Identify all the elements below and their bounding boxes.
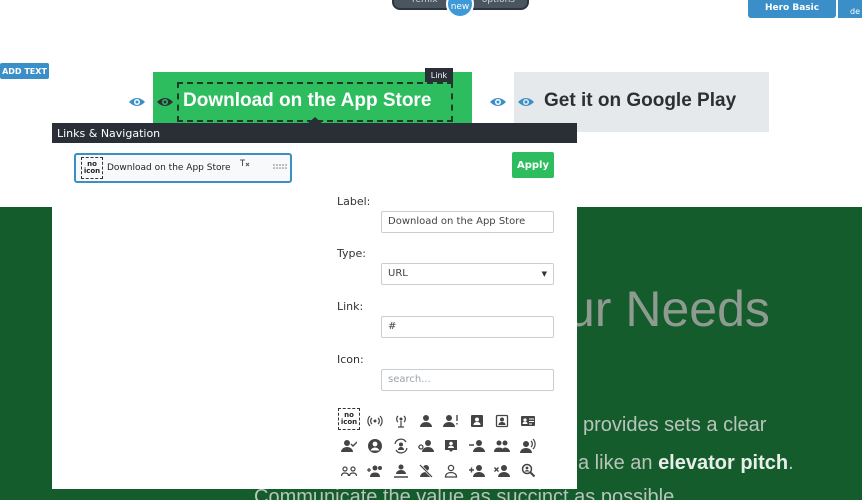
no-icon-placeholder[interactable]: no icon bbox=[81, 157, 103, 179]
icon-search-input[interactable]: search... bbox=[381, 369, 554, 391]
person-check-icon[interactable] bbox=[338, 435, 360, 457]
type-select[interactable]: URL ▼ bbox=[381, 263, 554, 285]
remix-button[interactable]: remix bbox=[412, 0, 438, 5]
options-button[interactable]: options bbox=[482, 0, 515, 5]
visibility-eye-icon[interactable] bbox=[517, 96, 535, 108]
link-item-label: Download on the App Store bbox=[107, 163, 231, 173]
hero-basic-button[interactable]: Hero Basic bbox=[748, 0, 836, 18]
type-select-value: URL bbox=[388, 268, 408, 279]
remove-format-icon[interactable] bbox=[240, 159, 250, 167]
person-refresh-icon[interactable] bbox=[390, 435, 412, 457]
id-card-icon[interactable] bbox=[517, 410, 539, 432]
apply-button[interactable]: Apply bbox=[512, 152, 554, 178]
people-icon[interactable] bbox=[491, 435, 513, 457]
link-input[interactable]: # bbox=[381, 316, 554, 338]
broadcast-icon[interactable] bbox=[364, 410, 386, 432]
person-outline-icon[interactable] bbox=[440, 460, 462, 482]
podcast-icon[interactable] bbox=[390, 410, 412, 432]
visibility-eye-icon[interactable] bbox=[489, 96, 507, 108]
section-text-line-2: a like an elevator pitch. bbox=[578, 452, 794, 474]
person-remove-icon[interactable] bbox=[466, 435, 488, 457]
chevron-down-icon: ▼ bbox=[541, 270, 547, 278]
visibility-eye-icon[interactable] bbox=[156, 96, 174, 108]
block-toolbar: remix options new bbox=[392, 0, 529, 18]
account-circle-icon[interactable] bbox=[364, 435, 386, 457]
link-list-item[interactable]: no icon Download on the App Store bbox=[74, 153, 292, 183]
person-add-icon[interactable] bbox=[466, 460, 488, 482]
person-off-icon[interactable] bbox=[415, 460, 437, 482]
icon-field-label: Icon: bbox=[337, 353, 364, 366]
person-speaking-icon[interactable] bbox=[517, 435, 539, 457]
google-play-label: Get it on Google Play bbox=[544, 90, 737, 111]
add-text-button[interactable]: ADD TEXT bbox=[0, 63, 49, 79]
person-search-icon[interactable] bbox=[517, 460, 539, 482]
person-cancel-icon[interactable] bbox=[491, 460, 513, 482]
person-key-icon[interactable] bbox=[415, 435, 437, 457]
section-heading: ur Needs bbox=[567, 281, 770, 337]
app-store-label: Download on the App Store bbox=[183, 90, 432, 111]
contact-frame-icon[interactable] bbox=[491, 410, 513, 432]
person-box-icon[interactable] bbox=[440, 435, 462, 457]
visibility-eye-icon[interactable] bbox=[128, 96, 146, 108]
no-icon-option[interactable]: no icon bbox=[338, 408, 360, 430]
person-icon[interactable] bbox=[415, 410, 437, 432]
link-field-label: Link: bbox=[337, 300, 364, 313]
group-add-icon[interactable] bbox=[364, 460, 386, 482]
drag-handle-icon[interactable] bbox=[273, 164, 287, 170]
label-field-label: Label: bbox=[337, 195, 371, 208]
person-alert-icon[interactable] bbox=[440, 410, 462, 432]
group-icon[interactable] bbox=[338, 460, 360, 482]
person-pin-icon[interactable] bbox=[390, 460, 412, 482]
contact-card-icon[interactable] bbox=[466, 410, 488, 432]
link-tag: Link bbox=[425, 68, 453, 82]
label-input[interactable]: Download on the App Store bbox=[381, 211, 554, 233]
panel-title: Links & Navigation bbox=[52, 123, 577, 143]
type-field-label: Type: bbox=[337, 247, 366, 260]
hero-extra-button[interactable]: de bbox=[838, 0, 862, 18]
section-text-line-1: provides sets a clear bbox=[583, 414, 767, 436]
